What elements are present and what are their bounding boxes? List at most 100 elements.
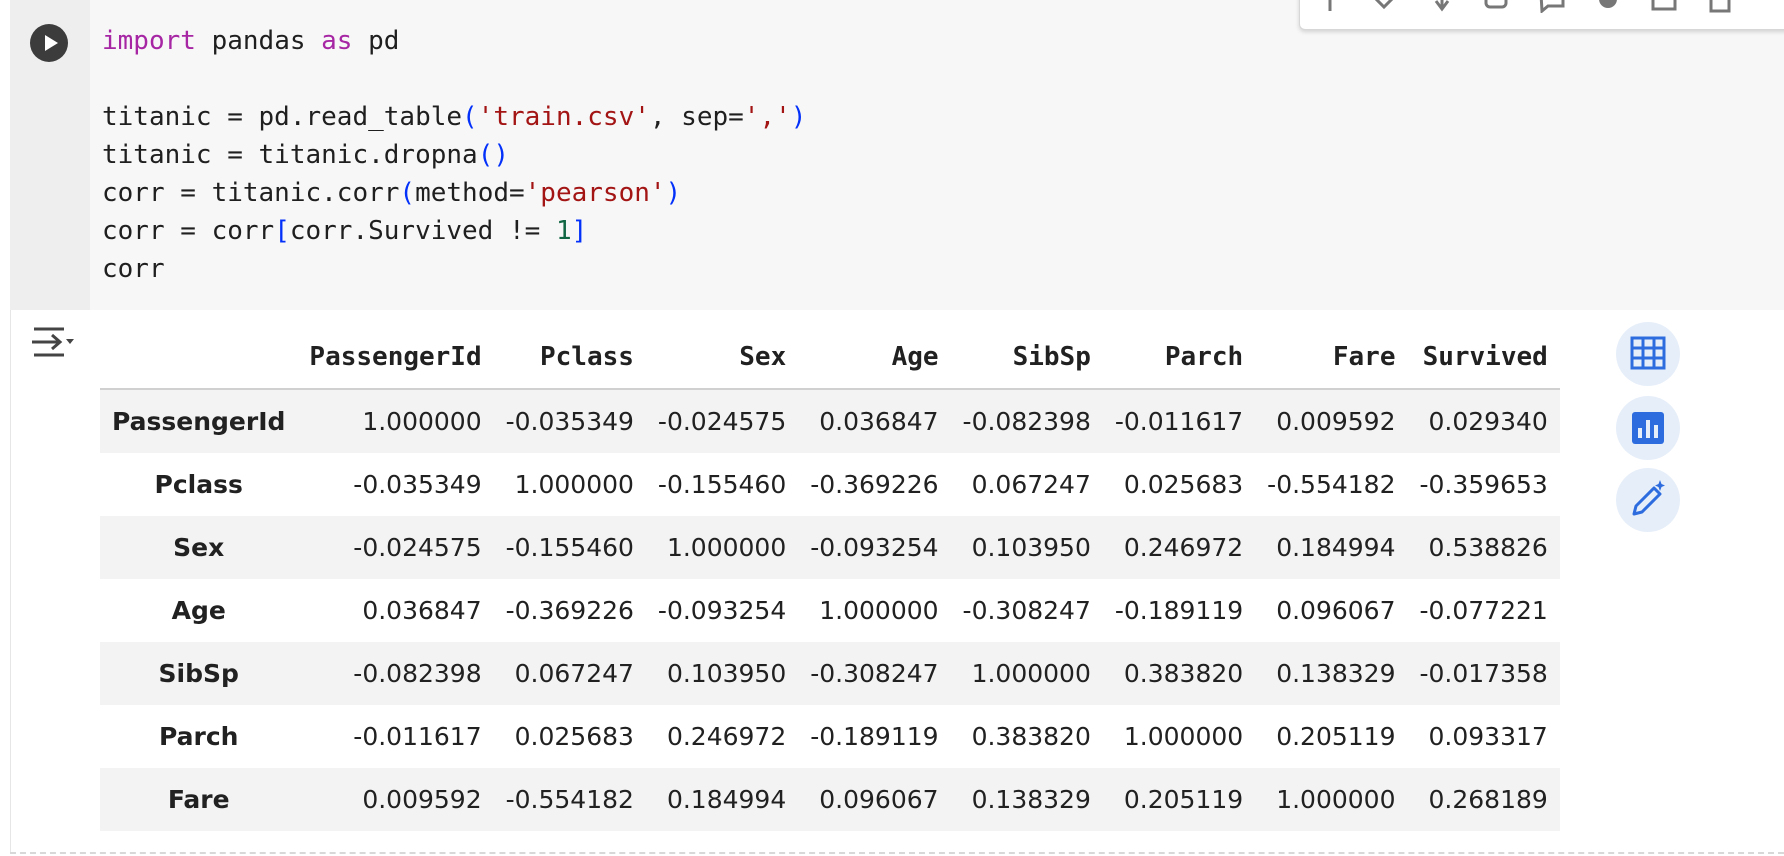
code-editor[interactable]: import pandas as pd titanic = pd.read_ta… <box>10 0 1784 310</box>
code-line: corr = corr[corr.Survived != 1] <box>102 216 587 246</box>
table-row: Sex -0.024575 -0.155460 1.000000 -0.093254 0.… <box>100 516 1560 579</box>
table-cell: 0.205119 <box>1123 785 1244 814</box>
run-cell-button[interactable] <box>30 24 68 62</box>
table-cell: 0.538826 <box>1428 533 1548 562</box>
table-cell: -0.369226 <box>810 470 939 499</box>
table-cell: 1.000000 <box>819 596 939 625</box>
table-icon <box>1630 336 1666 370</box>
code-token: [ <box>274 216 290 246</box>
table-cell: 0.067247 <box>514 659 634 688</box>
table-row: SibSp -0.082398 0.067247 0.103950 -0.308247 1… <box>100 642 1560 705</box>
table-cell: 0.067247 <box>971 470 1091 499</box>
index-header <box>100 326 298 390</box>
table-cell: 0.383820 <box>971 722 1091 751</box>
code-token: corr = corr <box>102 216 275 246</box>
convert-to-table-button[interactable] <box>1616 322 1680 386</box>
table-row: PassengerId 1.000000 -0.035349 -0.024575 0.0… <box>100 389 1560 453</box>
open-in-tab-icon[interactable] <box>1650 0 1678 13</box>
code-token: ( <box>399 178 416 208</box>
table-cell: -0.189119 <box>1114 596 1244 625</box>
table-cell: 0.025683 <box>1123 470 1244 499</box>
table-cell: -0.093254 <box>810 533 939 562</box>
table-cell: 1.000000 <box>1123 722 1244 751</box>
code-line: corr <box>102 254 165 284</box>
code-text[interactable]: import pandas as pd titanic = pd.read_ta… <box>102 22 806 288</box>
comment-icon[interactable] <box>1538 0 1566 13</box>
table-cell: 0.093317 <box>1428 722 1548 751</box>
table-cell: -0.035349 <box>505 407 634 436</box>
generate-code-button[interactable] <box>1616 468 1680 532</box>
copy-icon[interactable] <box>1482 0 1510 13</box>
row-label: Age <box>171 596 226 625</box>
code-token: ) <box>665 178 682 208</box>
code-token: titanic = titanic.dropna <box>102 140 478 170</box>
table-cell: 0.383820 <box>1123 659 1244 688</box>
code-token: corr = titanic.corr <box>102 178 400 208</box>
column-header: Parch <box>1102 326 1256 390</box>
table-cell: 0.246972 <box>1123 533 1244 562</box>
table-cell: 0.009592 <box>1276 407 1396 436</box>
code-token: corr.Survived != <box>289 216 556 246</box>
dataframe-table: PassengerId Pclass Sex Age SibSp Parch Fare Sur… <box>100 326 1560 831</box>
suggest-charts-button[interactable] <box>1616 396 1680 460</box>
delete-icon[interactable] <box>1706 0 1734 13</box>
table-cell: 0.025683 <box>514 722 634 751</box>
code-token: , sep= <box>649 102 744 132</box>
table-cell: -0.082398 <box>353 659 482 688</box>
table-cell: -0.308247 <box>962 596 1091 625</box>
column-header: Pclass <box>493 326 646 390</box>
code-token: import <box>102 26 196 56</box>
table-cell: -0.359653 <box>1419 470 1548 499</box>
magic-edit-icon <box>1632 480 1665 516</box>
code-token: pandas <box>195 26 322 56</box>
move-down-icon[interactable] <box>1370 0 1398 13</box>
code-line: titanic = pd.read_table('train.csv', sep… <box>102 102 806 132</box>
table-cell: 1.000000 <box>1276 785 1396 814</box>
code-token: 'train.csv' <box>477 102 650 132</box>
code-token: () <box>477 140 509 170</box>
table-cell: 0.268189 <box>1428 785 1548 814</box>
table-cell: -0.155460 <box>657 470 787 499</box>
column-header: PassengerId <box>297 326 494 390</box>
table-cell: -0.093254 <box>657 596 787 625</box>
row-label: Parch <box>158 722 239 751</box>
table-row: Pclass -0.035349 1.000000 -0.155460 -0.36922… <box>100 453 1560 516</box>
column-header: Survived <box>1407 326 1560 390</box>
chart-icon <box>1632 412 1664 444</box>
table-cell: 1.000000 <box>362 407 482 436</box>
move-up-icon[interactable] <box>1316 0 1344 13</box>
table-cell: 0.246972 <box>666 722 787 751</box>
code-token: pd <box>352 26 400 56</box>
table-body: PassengerId 1.000000 -0.035349 -0.024575 0.0… <box>100 389 1560 831</box>
table-cell: -0.017358 <box>1419 659 1548 688</box>
row-label: Fare <box>167 785 230 814</box>
output-menu-icon[interactable] <box>30 322 76 362</box>
code-line: import pandas as pd <box>102 26 399 56</box>
table-cell: 0.138329 <box>1276 659 1396 688</box>
table-cell: -0.024575 <box>657 407 787 436</box>
link-icon[interactable] <box>1428 0 1456 13</box>
table-cell: -0.369226 <box>505 596 634 625</box>
row-label: Pclass <box>154 470 243 499</box>
table-cell: -0.554182 <box>505 785 634 814</box>
code-line: corr = titanic.corr(method='pearson') <box>102 178 681 208</box>
code-token: ) <box>790 102 807 132</box>
code-token: ] <box>571 216 588 246</box>
table-cell: 0.029340 <box>1428 407 1548 436</box>
table-cell: 0.036847 <box>362 596 482 625</box>
table-cell: 0.103950 <box>666 659 787 688</box>
table-cell: 0.184994 <box>666 785 787 814</box>
table-cell: 1.000000 <box>514 470 634 499</box>
row-label: Sex <box>173 533 225 562</box>
table-cell: 0.103950 <box>971 533 1091 562</box>
code-token: as <box>321 26 353 56</box>
column-header: Fare <box>1255 326 1408 390</box>
code-token: corr <box>102 254 165 284</box>
table-cell: 0.009592 <box>362 785 482 814</box>
code-token: 'pearson' <box>524 178 666 208</box>
table-cell: 0.096067 <box>819 785 939 814</box>
table-row: Parch -0.011617 0.025683 0.246972 -0.189119 0… <box>100 705 1560 768</box>
table-cell: 1.000000 <box>971 659 1091 688</box>
table-cell: -0.077221 <box>1419 596 1548 625</box>
settings-icon[interactable] <box>1594 0 1622 13</box>
